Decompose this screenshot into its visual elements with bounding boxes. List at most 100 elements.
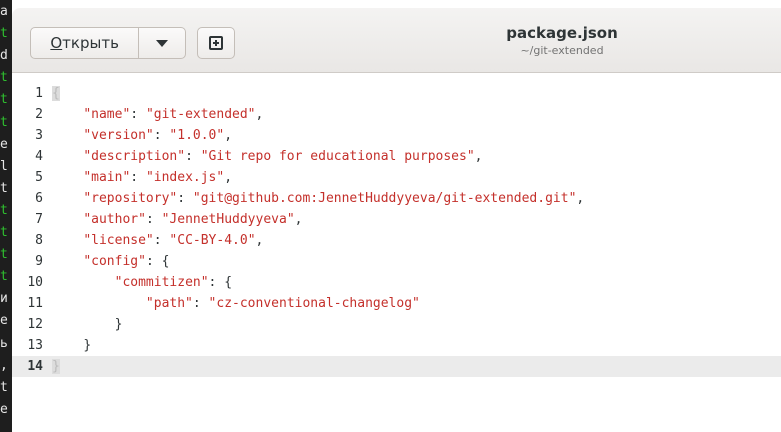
- code-punctuation: ,: [474, 149, 483, 164]
- json-separator: :: [192, 296, 209, 311]
- json-separator: :: [208, 275, 225, 290]
- line-number: 3: [35, 128, 43, 143]
- line-number: 10: [27, 275, 43, 290]
- terminal-line: t: [0, 247, 8, 263]
- json-value: "index.js": [145, 170, 225, 185]
- terminal-line: t: [0, 114, 8, 130]
- open-button-label: ткрыть: [62, 34, 119, 52]
- json-key: "version": [83, 128, 154, 143]
- code-line: 14}: [12, 356, 781, 377]
- line-number: 4: [35, 149, 43, 164]
- terminal-line: t: [0, 202, 8, 218]
- json-key: "license": [83, 233, 154, 248]
- json-separator: :: [177, 191, 193, 206]
- json-value: "JennetHuddyyeva": [161, 212, 295, 227]
- json-separator: :: [185, 149, 201, 164]
- json-key: "commitizen": [114, 275, 209, 290]
- code-punctuation: ,: [255, 233, 264, 248]
- code-line: 3 "version": "1.0.0",: [12, 125, 781, 146]
- code-line: 7 "author": "JennetHuddyyeva",: [12, 209, 781, 230]
- line-number: 6: [35, 191, 43, 206]
- json-value: "CC-BY-4.0": [169, 233, 256, 248]
- code-line: 1{: [12, 83, 781, 104]
- code-text: "repository": "git@github.com:JennetHudd…: [52, 188, 584, 209]
- code-text: }: [52, 356, 60, 377]
- code-line: 11 "path": "cz-conventional-changelog": [12, 293, 781, 314]
- json-key: "author": [83, 212, 146, 227]
- terminal-line: l: [0, 158, 8, 174]
- json-key: "main": [83, 170, 131, 185]
- chevron-down-icon: [156, 39, 169, 47]
- json-key: "repository": [83, 191, 178, 206]
- json-key: "config": [83, 254, 146, 269]
- code-text: }: [52, 314, 123, 335]
- open-recent-dropdown-button[interactable]: [139, 28, 185, 58]
- terminal-line: e: [0, 313, 8, 329]
- code-line: 13 }: [12, 335, 781, 356]
- code-line: 4 "description": "Git repo for education…: [12, 146, 781, 167]
- code-punctuation: }: [114, 317, 123, 332]
- document-title: package.json: [506, 24, 618, 42]
- json-key: "name": [83, 107, 131, 122]
- json-separator: :: [153, 233, 170, 248]
- line-number: 1: [35, 86, 43, 101]
- code-text: "config": {: [52, 251, 169, 272]
- json-key: "path": [145, 296, 193, 311]
- open-button[interactable]: Открыть: [31, 28, 140, 58]
- terminal-line: t: [0, 269, 8, 285]
- json-key: "description": [83, 149, 186, 164]
- line-number: 8: [35, 233, 43, 248]
- line-number: 14: [27, 359, 43, 374]
- code-text: }: [52, 335, 91, 356]
- code-line: 2 "name": "git-extended",: [12, 104, 781, 125]
- json-separator: :: [153, 128, 170, 143]
- line-number: 13: [27, 338, 43, 353]
- code-line: 5 "main": "index.js",: [12, 167, 781, 188]
- headerbar: Открыть package.json ~/git-extended: [12, 8, 781, 73]
- gedit-window: Открыть package.json ~/git-extended 1{2 …: [12, 8, 781, 432]
- code-text: "main": "index.js",: [52, 167, 232, 188]
- terminal-line: t: [0, 70, 8, 86]
- json-separator: :: [145, 254, 162, 269]
- new-tab-button[interactable]: [197, 27, 235, 59]
- terminal-line: t: [0, 92, 8, 108]
- json-value: "1.0.0": [169, 128, 225, 143]
- code-text: "description": "Git repo for educational…: [52, 146, 482, 167]
- code-text: "version": "1.0.0",: [52, 125, 232, 146]
- code-line: 8 "license": "CC-BY-4.0",: [12, 230, 781, 251]
- terminal-line: t: [0, 225, 8, 240]
- code-punctuation: ,: [255, 107, 264, 122]
- open-button-mnemonic: О: [50, 34, 63, 52]
- code-punctuation: ,: [294, 212, 303, 227]
- json-separator: :: [130, 107, 146, 122]
- line-number: 7: [35, 212, 43, 227]
- code-text: "name": "git-extended",: [52, 104, 263, 125]
- background-terminal: atdttteltttttиeь,te: [0, 0, 12, 432]
- code-punctuation: ,: [224, 128, 233, 143]
- code-punctuation: {: [224, 275, 233, 290]
- terminal-line: e: [0, 136, 8, 152]
- line-number: 9: [35, 254, 43, 269]
- line-number: 12: [27, 317, 43, 332]
- plus-box-icon: [209, 36, 223, 50]
- json-separator: :: [145, 212, 162, 227]
- terminal-line: ,: [0, 357, 8, 373]
- code-punctuation: }: [83, 338, 92, 353]
- code-punctuation: ,: [224, 170, 233, 185]
- text-editor[interactable]: 1{2 "name": "git-extended", 3 "version": …: [12, 73, 781, 432]
- code-line: 9 "config": {: [12, 251, 781, 272]
- code-text: "license": "CC-BY-4.0",: [52, 230, 263, 251]
- terminal-line: t: [0, 180, 8, 196]
- json-value: "cz-conventional-changelog": [208, 296, 420, 311]
- json-value: "git-extended": [145, 107, 256, 122]
